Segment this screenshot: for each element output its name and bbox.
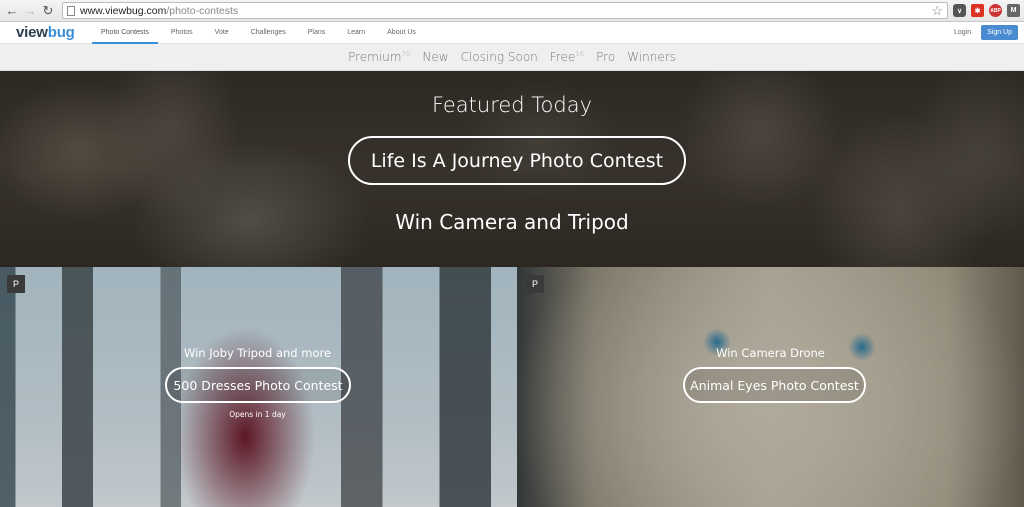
hero-title: Featured Today [431,93,593,117]
viewbug-logo[interactable]: viewbug [16,24,76,41]
address-bar[interactable]: www.viewbug.com/photo-contests ☆ [62,2,948,19]
contest-button[interactable]: 500 Dresses Photo Contest [165,367,351,403]
main-nav: Photo Contests Photos Vote Challenges Pl… [90,22,427,44]
lastpass-icon[interactable]: ✱ [971,4,984,17]
premium-count: 70 [401,50,411,58]
back-arrow-icon[interactable]: ← [4,3,20,19]
site-header: viewbug Photo Contests Photos Vote Chall… [0,22,1024,44]
nav-photos[interactable]: Photos [160,22,204,43]
forward-arrow-icon[interactable]: → [22,3,38,19]
filter-pro[interactable]: Pro [596,50,615,64]
nav-about-us[interactable]: About Us [376,22,427,43]
pocket-icon[interactable]: ∨ [953,4,966,17]
premium-badge: P [7,275,25,293]
nav-vote[interactable]: Vote [204,22,240,43]
contest-button[interactable]: Animal Eyes Photo Contest [683,367,866,403]
url-path: /photo-contests [166,4,239,17]
free-count: 16 [575,50,585,58]
adblock-icon[interactable]: ABP [989,4,1002,17]
filter-premium[interactable]: Premium70 [348,50,410,64]
nav-learn[interactable]: Learn [336,22,376,43]
contest-card[interactable]: P Win Camera Drone Animal Eyes Photo Con… [517,267,1024,507]
page-icon [67,5,75,16]
hero-prize: Win Camera and Tripod [395,210,629,234]
filter-closing-soon[interactable]: Closing Soon [461,50,538,64]
featured-contest-button[interactable]: Life Is A Journey Photo Contest [348,136,686,185]
login-link[interactable]: Login [954,29,971,36]
featured-hero: Featured Today Life Is A Journey Photo C… [0,71,1024,267]
contest-card[interactable]: P Win Joby Tripod and more 500 Dresses P… [0,267,517,507]
nav-photo-contests[interactable]: Photo Contests [90,22,160,44]
nav-plans[interactable]: Plans [297,22,337,43]
reload-icon[interactable]: ↻ [40,3,56,19]
contest-status: Opens in 1 day [229,410,286,419]
url-host: www.viewbug.com [80,4,167,17]
filter-new[interactable]: New [422,50,448,64]
bookmark-star-icon[interactable]: ☆ [931,3,943,19]
filter-winners[interactable]: Winners [627,50,676,64]
signup-button[interactable]: Sign Up [981,25,1018,40]
nav-challenges[interactable]: Challenges [240,22,297,43]
browser-toolbar: ← → ↻ www.viewbug.com/photo-contests ☆ ∨… [0,0,1024,22]
gmail-icon[interactable]: M [1007,4,1020,17]
contest-prize: Win Camera Drone [716,346,825,360]
premium-badge: P [526,275,544,293]
contest-prize: Win Joby Tripod and more [183,346,332,360]
filter-free[interactable]: Free16 [550,50,584,64]
contest-filter-nav: Premium70 New Closing Soon Free16 Pro Wi… [0,44,1024,71]
